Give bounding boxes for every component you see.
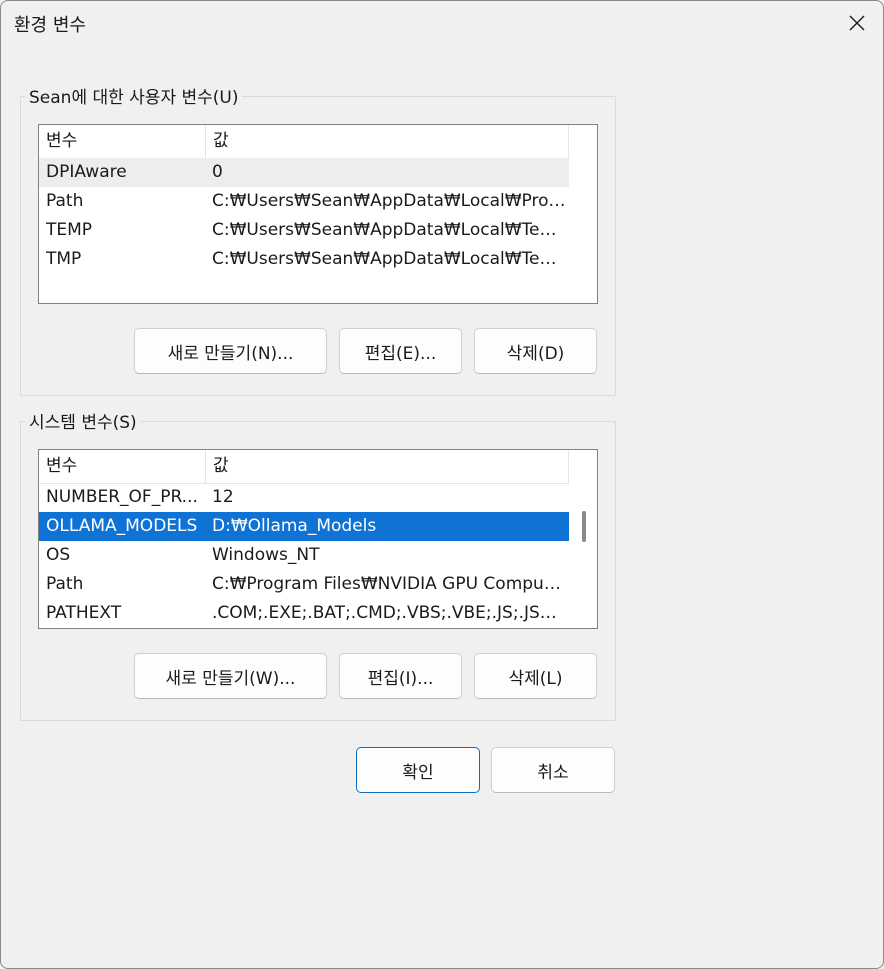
system-new-button[interactable]: 새로 만들기(W)... [134, 653, 327, 699]
variable-name: DPIAware [46, 162, 127, 182]
variable-value: C:₩Users₩Sean₩AppData₩Local₩Progra... [212, 191, 566, 211]
table-row[interactable]: DPIAware 0 [39, 158, 569, 187]
system-edit-button[interactable]: 편집(I)... [339, 653, 462, 699]
variable-value: 12 [212, 487, 234, 507]
table-row[interactable]: PATHEXT .COM;.EXE;.BAT;.CMD;.VBS;.VBE;.J… [39, 599, 569, 628]
environment-variables-dialog: 환경 변수 Sean에 대한 사용자 변수(U) 변수 값 DPIAware 0… [0, 0, 884, 969]
table-row[interactable]: Path C:₩Program Files₩NVIDIA GPU Computi… [39, 570, 569, 599]
cancel-button[interactable]: 취소 [491, 747, 615, 793]
variable-value: 0 [212, 162, 223, 182]
variable-name: PATHEXT [46, 603, 122, 623]
scroll-thumb[interactable] [582, 511, 586, 542]
table-row[interactable]: NUMBER_OF_PR... 12 [39, 483, 569, 512]
user-variables-label: Sean에 대한 사용자 변수(U) [25, 83, 243, 108]
close-button[interactable] [839, 5, 875, 41]
variable-name: OS [46, 545, 71, 565]
table-row[interactable]: TMP C:₩Users₩Sean₩AppData₩Local₩Temp [39, 245, 569, 274]
user-variables-list[interactable]: 변수 값 DPIAware 0 Path C:₩Users₩Sean₩AppDa… [38, 124, 598, 304]
vertical-scrollbar[interactable] [571, 450, 597, 628]
window-title: 환경 변수 [14, 15, 86, 36]
system-variables-group: 시스템 변수(S) 변수 값 NUMBER_OF_PR... 12 OLLAMA… [20, 408, 616, 721]
table-row[interactable]: Path C:₩Users₩Sean₩AppData₩Local₩Progra.… [39, 187, 569, 216]
column-header-value[interactable]: 값 [206, 125, 569, 158]
variable-value: C:₩Users₩Sean₩AppData₩Local₩Temp [212, 249, 566, 269]
system-delete-button[interactable]: 삭제(L) [474, 653, 597, 699]
user-edit-button[interactable]: 편집(E)... [339, 328, 462, 374]
user-new-button[interactable]: 새로 만들기(N)... [134, 328, 327, 374]
variable-name: NUMBER_OF_PR... [46, 487, 198, 507]
title-bar: 환경 변수 [1, 1, 883, 45]
table-row[interactable]: OS Windows_NT [39, 541, 569, 570]
variable-value: .COM;.EXE;.BAT;.CMD;.VBS;.VBE;.JS;.JSE;.… [212, 603, 566, 623]
column-header-value[interactable]: 값 [206, 450, 569, 483]
user-variables-group: Sean에 대한 사용자 변수(U) 변수 값 DPIAware 0 Path … [20, 83, 616, 396]
variable-value: D:₩Ollama_Models [212, 516, 377, 536]
variable-name: TEMP [46, 220, 93, 240]
table-row-selected[interactable]: OLLAMA_MODELS D:₩Ollama_Models [39, 512, 569, 541]
column-header-variable[interactable]: 변수 [39, 450, 206, 483]
variable-value: Windows_NT [212, 545, 320, 565]
variable-name: Path [46, 574, 84, 594]
system-variables-list[interactable]: 변수 값 NUMBER_OF_PR... 12 OLLAMA_MODELS D:… [38, 449, 598, 629]
list-header: 변수 값 [39, 125, 569, 159]
user-delete-button[interactable]: 삭제(D) [474, 328, 597, 374]
ok-button[interactable]: 확인 [356, 747, 480, 793]
table-row[interactable]: TEMP C:₩Users₩Sean₩AppData₩Local₩Temp [39, 216, 569, 245]
variable-name: TMP [46, 249, 82, 269]
variable-value: C:₩Users₩Sean₩AppData₩Local₩Temp [212, 220, 566, 240]
variable-name: OLLAMA_MODELS [46, 516, 198, 536]
variable-value: C:₩Program Files₩NVIDIA GPU Computin... [212, 574, 566, 594]
list-header: 변수 값 [39, 450, 569, 484]
close-icon [849, 15, 865, 31]
column-header-variable[interactable]: 변수 [39, 125, 206, 158]
variable-name: Path [46, 191, 84, 211]
system-variables-label: 시스템 변수(S) [25, 408, 141, 433]
